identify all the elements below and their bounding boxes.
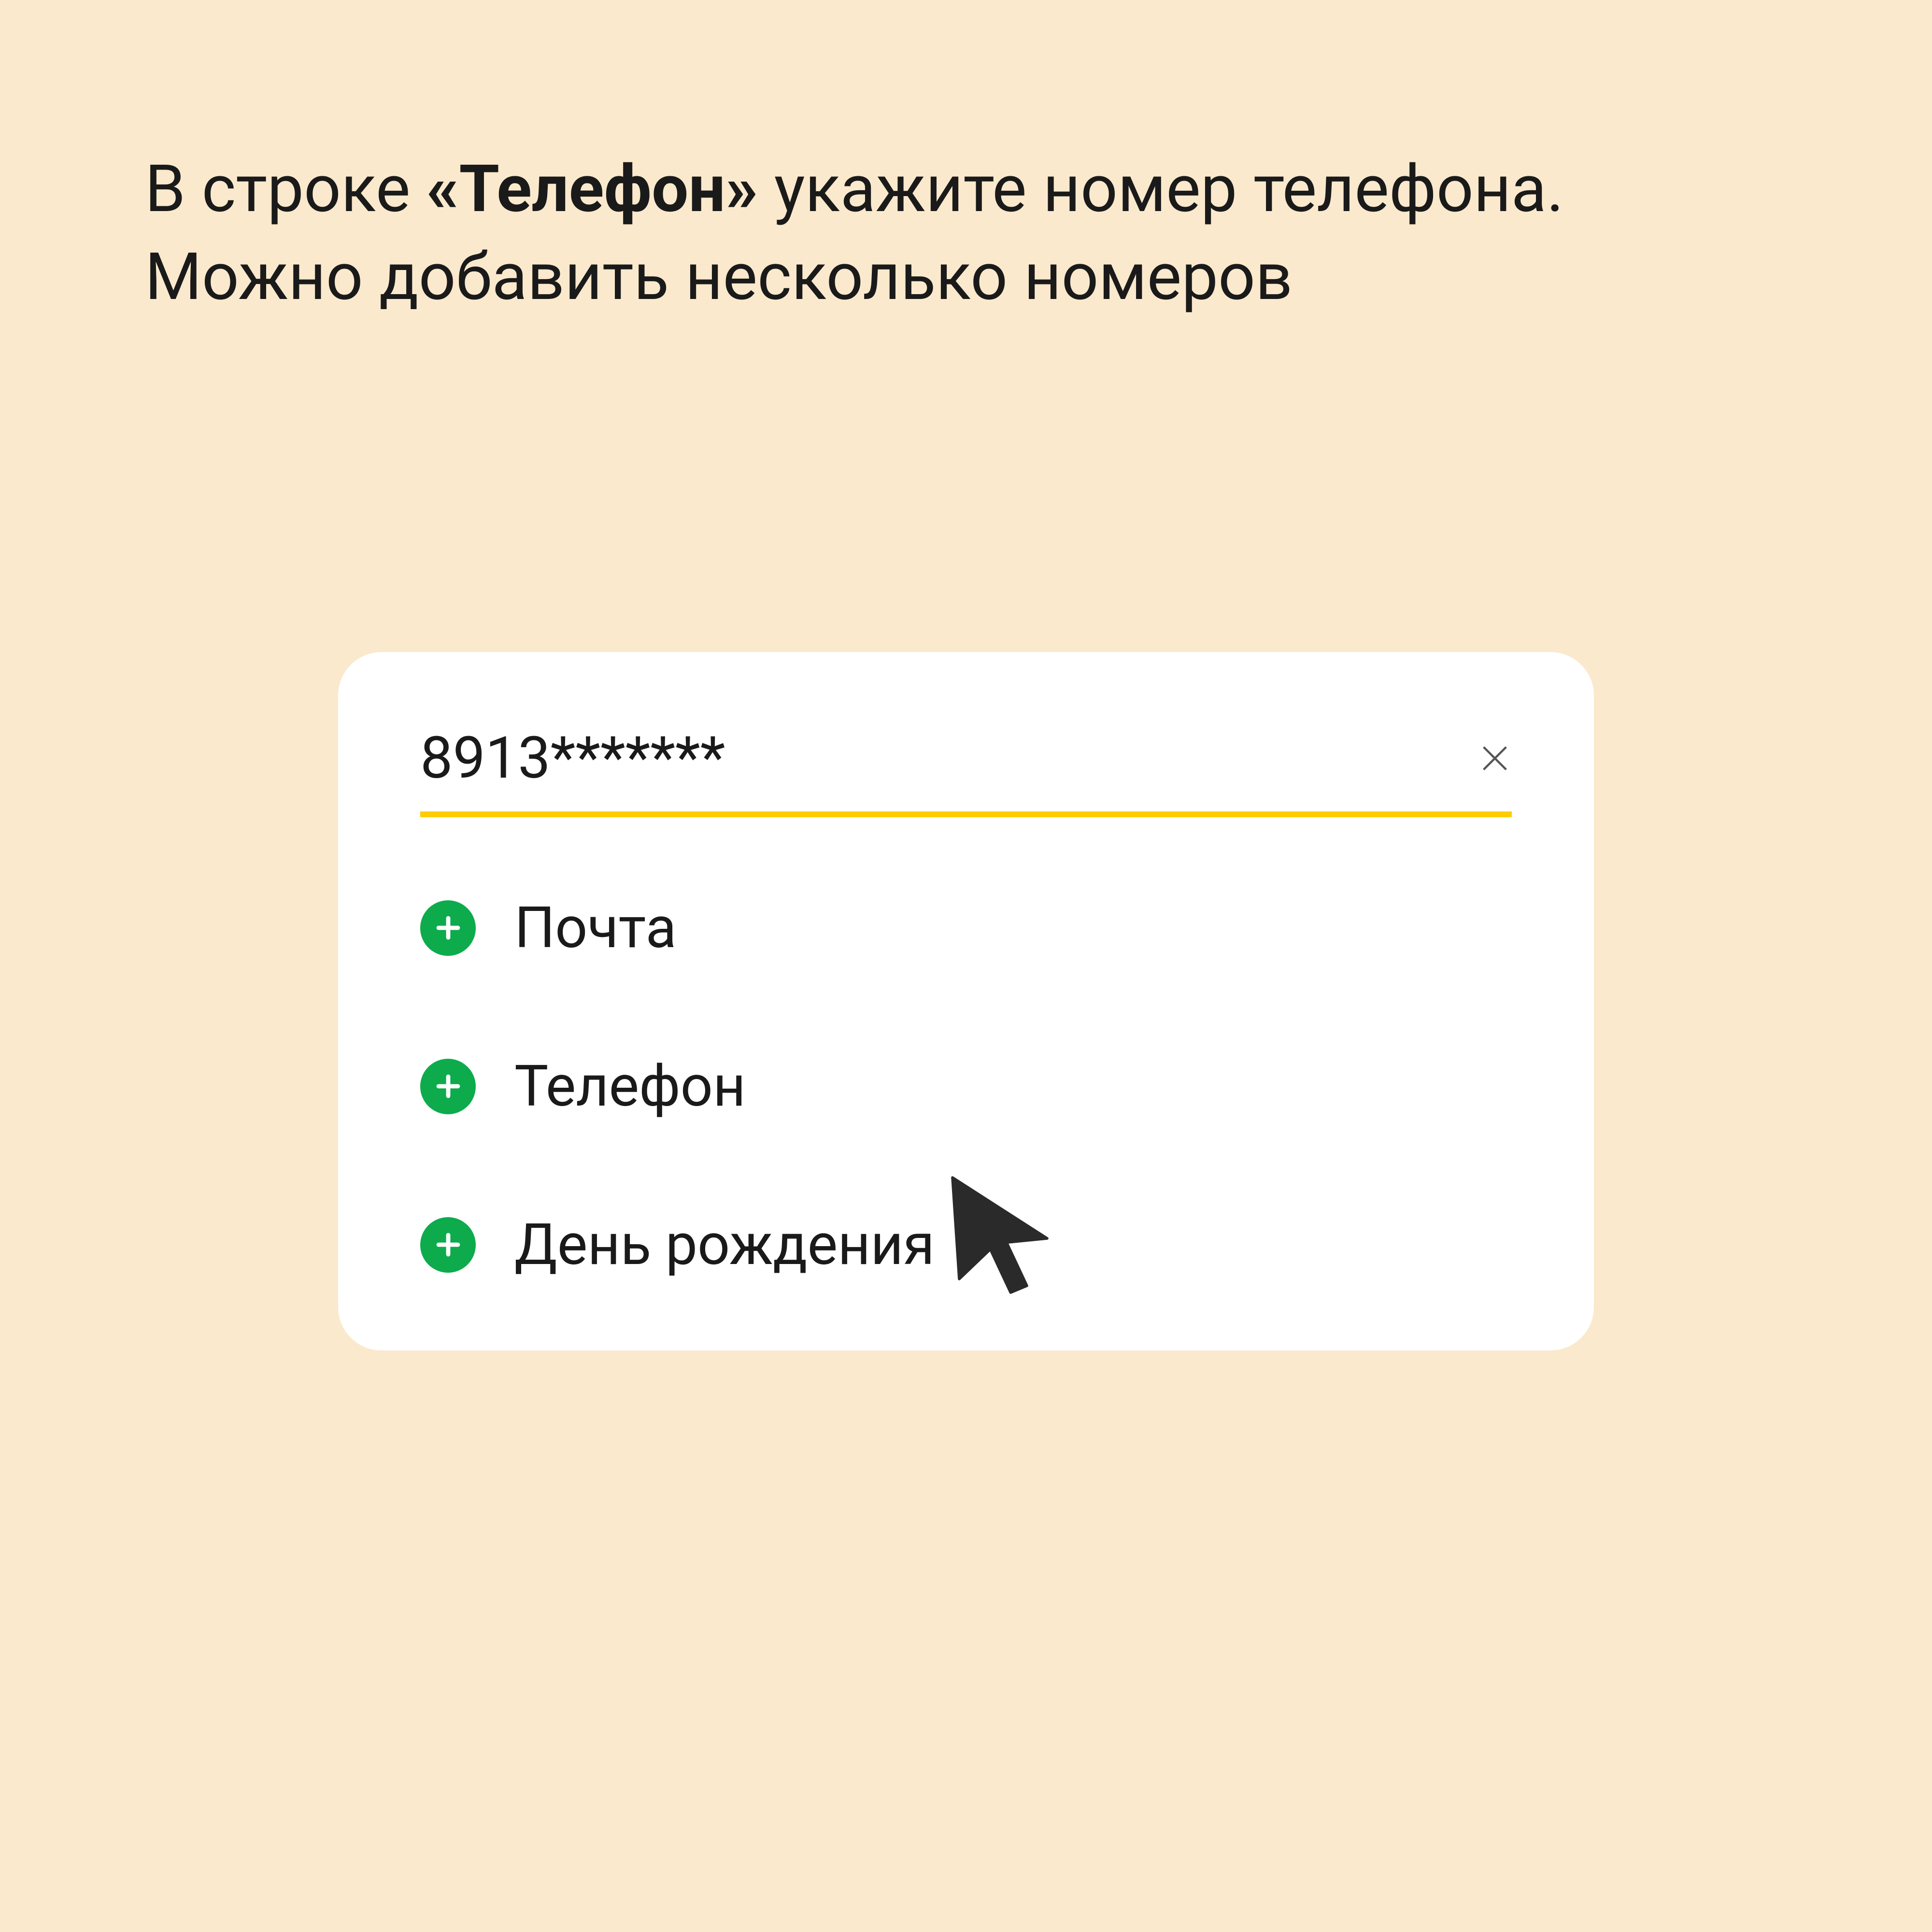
plus-icon bbox=[420, 900, 476, 956]
add-email-option[interactable]: Почта bbox=[420, 895, 1512, 961]
clear-icon[interactable] bbox=[1478, 741, 1512, 775]
cursor-icon bbox=[932, 1164, 1067, 1299]
plus-icon bbox=[420, 1059, 476, 1114]
option-label-birthday: День рождения bbox=[514, 1211, 935, 1278]
add-phone-option[interactable]: Телефон bbox=[420, 1053, 1512, 1120]
instruction-bold: «Телефон» bbox=[426, 151, 758, 227]
plus-icon bbox=[420, 1217, 476, 1273]
option-label-email: Почта bbox=[514, 895, 677, 961]
phone-input-row: 8913******* bbox=[420, 724, 1512, 817]
instruction-prefix: В строке bbox=[145, 151, 426, 227]
phone-input[interactable]: 8913******* bbox=[420, 724, 725, 792]
instruction-text: В строке «Телефон» укажите номер телефон… bbox=[145, 145, 1787, 321]
option-label-phone: Телефон bbox=[514, 1053, 746, 1120]
